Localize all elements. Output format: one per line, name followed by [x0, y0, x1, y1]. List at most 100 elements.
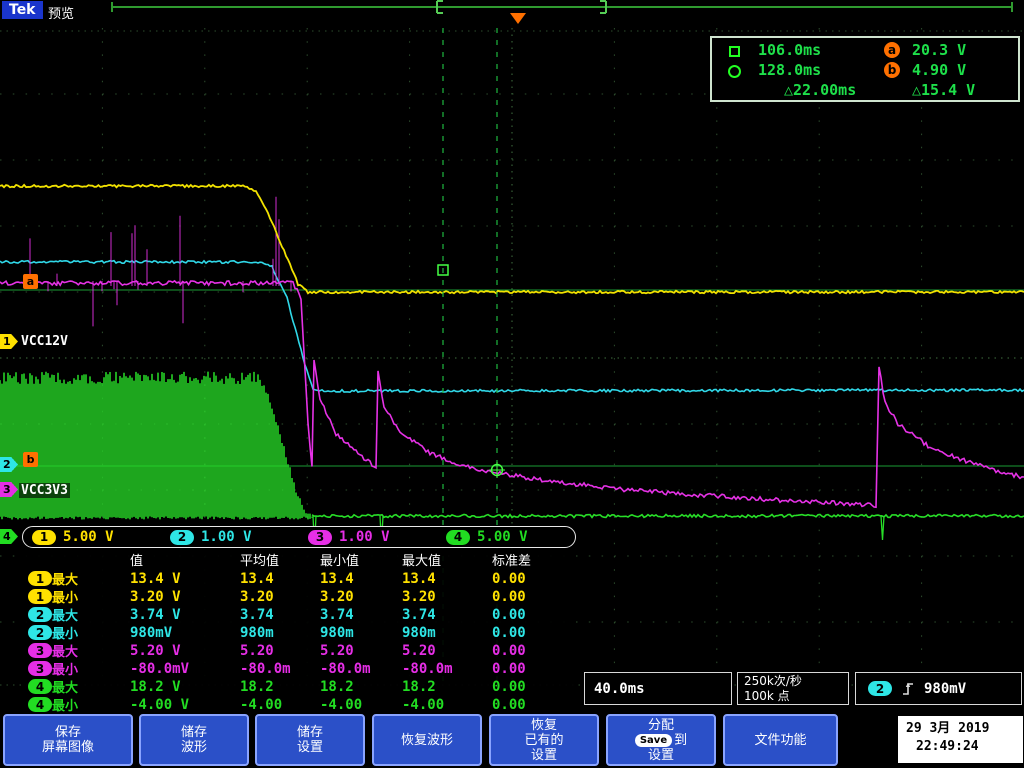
trigger-slope-icon	[901, 680, 915, 697]
measurement-stat-label: 最大	[52, 569, 130, 588]
measurement-max: 18.2	[402, 679, 492, 695]
cursor-delta-time: △22.00ms	[784, 81, 856, 99]
softkey-button-line: 屏幕图像	[42, 740, 94, 755]
measurement-min: 3.20	[320, 589, 402, 605]
channel-3-position-marker: 3	[0, 482, 18, 497]
measurement-row-ch1-min: 1最小3.20 V3.203.203.200.00	[22, 587, 576, 605]
softkey-button-1[interactable]: 保存屏幕图像	[3, 714, 133, 766]
measurement-std: 0.00	[492, 697, 576, 713]
measurement-min: -80.0m	[320, 661, 402, 677]
measurement-header-1: 值	[130, 550, 240, 569]
channel-2-badge: 2	[28, 607, 52, 622]
cursor-delta-value: △15.4 V	[912, 81, 975, 99]
measurement-value: 13.4 V	[130, 571, 240, 587]
cursor-b-time: 128.0ms	[758, 61, 821, 79]
measurement-value: 5.20 V	[130, 643, 240, 659]
measurement-mean: -4.00	[240, 697, 320, 713]
measurement-min: 3.74	[320, 607, 402, 623]
measurement-min: 13.4	[320, 571, 402, 587]
softkey-button-6[interactable]: 分配Save到设置	[606, 714, 716, 766]
channel-4-scale-value: 5.00 V	[477, 529, 528, 545]
softkey-button-line: 波形	[181, 740, 207, 755]
cursor-a-badge: a	[884, 42, 900, 58]
measurement-std: 0.00	[492, 643, 576, 659]
softkey-button-line: 设置	[297, 740, 323, 755]
measurement-std: 0.00	[492, 571, 576, 587]
measurement-std: 0.00	[492, 589, 576, 605]
measurement-max: -4.00	[402, 697, 492, 713]
softkey-button-5[interactable]: 恢复已有的设置	[489, 714, 599, 766]
measurement-min: 18.2	[320, 679, 402, 695]
measurement-mean: 18.2	[240, 679, 320, 695]
channel-3-badge: 3	[28, 643, 52, 658]
measurement-row-ch3-max: 3最大5.20 V5.205.205.200.00	[22, 641, 576, 659]
cursor-a-value: 20.3 V	[912, 41, 966, 59]
measurement-row-ch4-max: 4最大18.2 V18.218.218.20.00	[22, 677, 576, 695]
measurement-max: 13.4	[402, 571, 492, 587]
time-value: 22:49:24	[906, 738, 1023, 756]
softkey-button-line: 设置	[531, 748, 557, 763]
oscilloscope-screen: Tek 预览 106.0ms 128.0ms a b 20.3 V 4.90 V…	[0, 0, 1024, 768]
date-value: 29 3月 2019	[906, 720, 1023, 738]
softkey-menu-bar: 保存屏幕图像储存波形储存设置恢复波形恢复已有的设置分配Save到设置文件功能	[0, 712, 1024, 768]
measurement-max: -80.0m	[402, 661, 492, 677]
softkey-button-2[interactable]: 储存波形	[139, 714, 249, 766]
softkey-button-line: 设置	[648, 748, 674, 763]
measurement-mean: 980m	[240, 625, 320, 641]
measurement-row-ch3-min: 3最小-80.0mV-80.0m-80.0m-80.0m0.00	[22, 659, 576, 677]
measurement-max: 3.20	[402, 589, 492, 605]
channel-3-scale-item: 31.00 V	[299, 529, 437, 545]
measurement-mean: -80.0m	[240, 661, 320, 677]
channel-1-scale-value: 5.00 V	[63, 529, 114, 545]
channel-2-badge: 2	[170, 530, 194, 545]
cursor-readout-panel: 106.0ms 128.0ms a b 20.3 V 4.90 V △22.00…	[710, 36, 1020, 102]
measurement-row-ch2-min: 2最小980mV980m980m980m0.00	[22, 623, 576, 641]
channel-3-badge: 3	[308, 530, 332, 545]
cursor-a-square-icon	[729, 46, 740, 57]
softkey-button-line: 储存	[181, 725, 207, 740]
channel-2-scale-item: 2 1.00 V	[161, 529, 299, 545]
measurement-std: 0.00	[492, 625, 576, 641]
measurement-value: -4.00 V	[130, 697, 240, 713]
trigger-position-icon	[510, 13, 526, 24]
measurement-min: -4.00	[320, 697, 402, 713]
save-key-pill-icon: Save	[635, 734, 672, 747]
measurement-header-3: 最小值	[320, 550, 402, 569]
measurement-stat-label: 最大	[52, 605, 130, 624]
channel-1-label: VCC12V	[19, 334, 70, 349]
measurement-value: 980mV	[130, 625, 240, 641]
channel-3-label: VCC3V3	[19, 483, 70, 498]
softkey-button-7[interactable]: 文件功能	[723, 714, 838, 766]
horizontal-scale-value: 40.0ms	[594, 681, 645, 697]
softkey-button-line: 分配	[648, 718, 674, 733]
softkey-button-line: 保存	[55, 725, 81, 740]
acquisition-mode-label: 预览	[48, 3, 74, 22]
measurement-table: 值平均值最小值最大值标准差1最大13.4 V13.413.413.40.001最…	[22, 548, 576, 712]
measurement-mean: 5.20	[240, 643, 320, 659]
sample-rate-box: 250k次/秒 100k 点	[737, 672, 849, 705]
cursor-b-badge: b	[884, 62, 900, 78]
measurement-header-2: 平均值	[240, 550, 320, 569]
softkey-button-line: 已有的	[524, 733, 563, 748]
measurement-stat-label: 最小	[52, 623, 130, 642]
cursor-b-value: 4.90 V	[912, 61, 966, 79]
measurement-min: 5.20	[320, 643, 402, 659]
channel-1-badge: 1	[32, 530, 56, 545]
channel-4-scale-item: 4 5.00 V	[437, 529, 575, 545]
measurement-row-ch1-max: 1最大13.4 V13.413.413.40.00	[22, 569, 576, 587]
measurement-min: 980m	[320, 625, 402, 641]
channel-4-badge: 4	[446, 530, 470, 545]
softkey-button-4[interactable]: 恢复波形	[372, 714, 482, 766]
measurement-mean: 13.4	[240, 571, 320, 587]
measurement-value: 3.20 V	[130, 589, 240, 605]
channel-2-position-marker: 2	[0, 457, 18, 472]
softkey-button-3[interactable]: 储存设置	[255, 714, 365, 766]
measurement-stat-label: 最大	[52, 677, 130, 696]
measurement-max: 3.74	[402, 607, 492, 623]
channel-1-scale-item: 1 5.00 V	[23, 529, 161, 545]
channel-4-badge: 4	[28, 697, 52, 712]
measurement-row-ch4-min: 4最小-4.00 V-4.00-4.00-4.000.00	[22, 695, 576, 713]
channel-2-scale-value: 1.00 V	[201, 529, 252, 545]
measurement-std: 0.00	[492, 607, 576, 623]
measurement-value: 18.2 V	[130, 679, 240, 695]
